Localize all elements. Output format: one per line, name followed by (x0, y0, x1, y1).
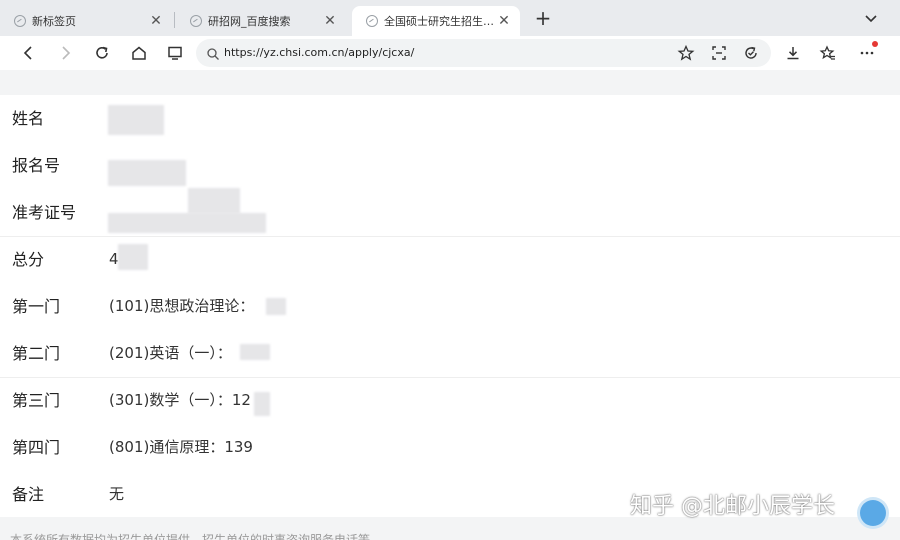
page-footer: 本系统所有数据均为招生单位提供，招生单位的时事咨询服务电话等 (0, 517, 900, 540)
tab-title: 研招网_百度搜索 (208, 15, 291, 28)
collections-star-icon[interactable] (815, 40, 841, 66)
row-label: 准考证号 (12, 203, 77, 222)
tab-baidu-search[interactable]: 研招网_百度搜索 ✕ (176, 6, 346, 36)
row-label: 报名号 (12, 156, 61, 175)
result-row-subject-2: 第二门 (201)英语（一）： (0, 330, 900, 377)
redacted-mosaic (240, 344, 270, 360)
close-tab-icon[interactable]: ✕ (496, 13, 512, 29)
browser-toolbar: https://yz.chsi.com.cn/apply/cjcxa/ (0, 36, 900, 70)
download-icon[interactable] (780, 40, 806, 66)
close-tab-icon[interactable]: ✕ (148, 13, 164, 29)
row-label: 第三门 (12, 391, 61, 410)
close-tab-icon[interactable]: ✕ (322, 13, 338, 29)
row-value: (201)英语（一）： (109, 344, 232, 362)
tab-strip: 新标签页 ✕ 研招网_百度搜索 ✕ 全国硕士研究生招生… ✕ + (0, 0, 900, 36)
tab-separator (174, 12, 175, 28)
row-value: (301)数学（一）：12 (109, 391, 251, 409)
redacted-mosaic (254, 392, 270, 416)
tab-chsi-active[interactable]: 全国硕士研究生招生… ✕ (352, 6, 520, 36)
result-row-subject-1: 第一门 (101)思想政治理论： (0, 283, 900, 330)
result-row-subject-4: 第四门 (801)通信原理：139 (0, 424, 900, 471)
tab-title: 全国硕士研究生招生… (384, 15, 494, 28)
row-label: 第四门 (12, 438, 61, 457)
row-label: 备注 (12, 485, 45, 504)
redacted-mosaic (266, 298, 286, 315)
footer-note: 本系统所有数据均为招生单位提供，招生单位的时事咨询服务电话等 (10, 533, 371, 540)
redacted-mosaic (108, 105, 164, 135)
floating-assistant-button[interactable] (860, 500, 886, 526)
row-label: 姓名 (12, 109, 45, 128)
sidebar-panel-icon[interactable] (162, 40, 188, 66)
row-value: 无 (109, 485, 125, 503)
page-favicon-icon (366, 15, 378, 27)
tab-title: 新标签页 (32, 15, 76, 28)
address-url: https://yz.chsi.com.cn/apply/cjcxa/ (224, 46, 415, 59)
tab-list-chevron-icon[interactable] (860, 8, 882, 30)
back-arrow-icon[interactable] (16, 40, 42, 66)
row-label: 第一门 (12, 297, 61, 316)
notification-dot (872, 41, 878, 47)
refresh-check-icon[interactable] (738, 40, 764, 66)
redacted-mosaic (108, 213, 266, 233)
result-row-subject-3: 第三门 (301)数学（一）：12 (0, 377, 900, 424)
row-label: 总分 (12, 250, 45, 269)
redacted-mosaic (108, 160, 186, 186)
tab-new-tab[interactable]: 新标签页 ✕ (0, 6, 172, 36)
screenshot-icon[interactable] (706, 40, 732, 66)
reload-icon[interactable] (89, 40, 115, 66)
page-favicon-icon (14, 15, 26, 27)
row-value: (801)通信原理：139 (109, 438, 253, 456)
search-icon (206, 46, 220, 65)
new-tab-button[interactable]: + (533, 6, 553, 32)
page-favicon-icon (190, 15, 202, 27)
page-top-bar (0, 70, 900, 95)
favorite-star-icon[interactable] (673, 40, 699, 66)
zhihu-watermark: 知乎 @北邮小辰学长 (630, 494, 835, 519)
redacted-mosaic (188, 188, 240, 214)
forward-arrow-icon[interactable] (52, 40, 78, 66)
redacted-mosaic (118, 244, 148, 270)
row-value: (101)思想政治理论： (109, 297, 255, 315)
row-label: 第二门 (12, 344, 61, 363)
home-icon[interactable] (126, 40, 152, 66)
